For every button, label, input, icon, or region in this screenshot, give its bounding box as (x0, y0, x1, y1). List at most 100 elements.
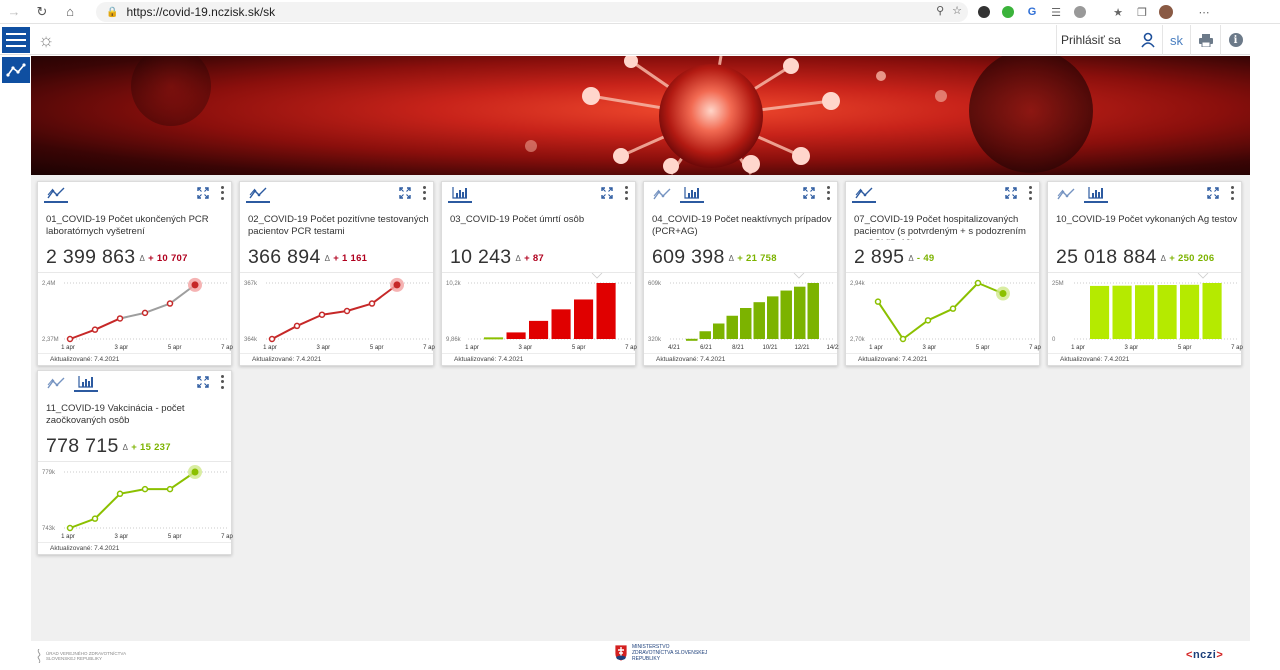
y-tick-label: 2,4M (42, 281, 55, 287)
expand-icon[interactable] (1207, 186, 1221, 200)
extension-icon[interactable] (975, 3, 993, 21)
language-switch[interactable]: sk (1162, 25, 1190, 55)
dashboard-card[interactable]: 04_COVID-19 Počet neaktívnych prípadov (… (643, 181, 842, 366)
translate-icon[interactable]: G (1023, 3, 1041, 21)
check-icon[interactable] (1071, 3, 1089, 21)
card-chart[interactable]: 2,4M 2,37M1 apr 3 apr 5 apr 7 apr (38, 272, 235, 354)
card-menu-icon[interactable] (419, 185, 429, 201)
card-value: 25 018 884 Δ + 250 206 (1056, 246, 1214, 269)
bar-chart-icon[interactable] (1084, 185, 1108, 203)
card-menu-icon[interactable] (823, 185, 833, 201)
nczi-logo[interactable]: <nczi> (1186, 649, 1223, 661)
series-line (296, 313, 323, 327)
extension-green-icon[interactable] (999, 3, 1017, 21)
y-tick-label: 779k (42, 470, 56, 476)
x-tick-label: 3 apr (316, 345, 330, 351)
card-title: 02_COVID-19 Počet pozitívne testovaných … (248, 214, 429, 237)
collections-icon[interactable]: ❐ (1133, 3, 1151, 21)
card-toolbar (38, 371, 231, 395)
series-line (321, 310, 348, 316)
card-chart[interactable]: 367k 364k 1 apr 3 apr 5 apr 7 apr (240, 272, 437, 354)
delta-icon: Δ (139, 254, 146, 263)
card-value: 778 715 Δ + 15 237 (46, 435, 171, 458)
card-delta: Δ + 1 161 (325, 253, 368, 264)
user-icon[interactable] (1140, 32, 1156, 48)
dashboard-card[interactable]: 11_COVID-19 Vakcinácia - počet zaočkovan… (37, 370, 235, 555)
bar (551, 309, 571, 339)
card-menu-icon[interactable] (621, 185, 631, 201)
card-menu-icon[interactable] (1025, 185, 1035, 201)
data-point (166, 300, 174, 307)
dashboard-card[interactable]: 07_COVID-19 Počet hospitalizovaných paci… (845, 181, 1043, 366)
back-icon[interactable]: → (0, 0, 28, 24)
expand-icon[interactable] (197, 375, 211, 389)
card-menu-icon[interactable] (1227, 185, 1237, 201)
card-delta: Δ + 87 (515, 253, 544, 264)
uvz-logo[interactable]: Úrad verejného zdravotníctva Slovenskej … (36, 649, 136, 663)
info-icon[interactable]: i (1220, 25, 1250, 55)
home-icon[interactable]: ⌂ (56, 0, 84, 24)
bar (807, 283, 819, 339)
bar-chart-icon[interactable] (680, 185, 704, 203)
ministry-logo[interactable]: Ministerstvo zdravotníctva Slovenskej re… (614, 644, 712, 662)
theme-toggle-icon[interactable]: ☼ (36, 30, 56, 50)
x-tick-label: 1 apr (465, 345, 479, 351)
reload-icon[interactable]: ↻ (28, 0, 56, 24)
line-chart-icon[interactable] (852, 185, 876, 203)
card-updated-label: Aktualizované: 7.4.2021 (38, 542, 231, 554)
card-chart[interactable]: 10,2k 9,86k1 apr 3 apr 5 apr 7 apr (442, 272, 639, 354)
card-value-number: 778 715 (46, 435, 119, 457)
print-icon[interactable] (1190, 25, 1220, 55)
dashboard-card[interactable]: 02_COVID-19 Počet pozitívne testovaných … (239, 181, 437, 366)
favorites-icon[interactable]: ★ (1109, 3, 1127, 21)
data-point (974, 279, 982, 287)
expand-icon[interactable] (601, 186, 615, 200)
line-chart-icon[interactable] (246, 185, 270, 203)
card-chart[interactable]: 779k 743k 1 apr 3 apr 5 apr 7 apr (38, 461, 235, 543)
expand-icon[interactable] (399, 186, 413, 200)
dashboard-card[interactable]: 01_COVID-19 Počet ukončených PCR laborat… (37, 181, 235, 366)
card-chart[interactable]: 609k 320k 4/21 6/21 8/21 10/21 12/21 14/21 (644, 272, 842, 354)
card-chart[interactable]: 2,94k 2,70k1 apr 3 apr 5 apr 7 apr (846, 272, 1043, 354)
dashboard-card[interactable]: 03_COVID-19 Počet úmrtí osôb 10 243 Δ + 87… (441, 181, 639, 366)
line-chart-icon[interactable] (1054, 185, 1078, 203)
favorite-star-icon[interactable]: ☆ (952, 4, 962, 17)
card-delta: Δ - 49 (908, 253, 934, 264)
series-line (346, 302, 373, 312)
expand-icon[interactable] (803, 186, 817, 200)
delta-icon: Δ (908, 254, 914, 263)
chart-svg: 2,94k 2,70k1 apr 3 apr 5 apr 7 apr (850, 279, 1043, 351)
delta-icon: Δ (515, 254, 522, 263)
card-delta-value: + 87 (524, 253, 545, 264)
bar (686, 338, 698, 341)
card-title: 01_COVID-19 Počet ukončených PCR laborat… (46, 214, 209, 237)
profile-avatar[interactable] (1157, 3, 1175, 21)
zoom-icon[interactable]: ⚲ (936, 4, 944, 17)
line-chart-icon[interactable] (44, 185, 68, 203)
y-tick-label: 609k (648, 281, 662, 287)
data-point (116, 490, 124, 498)
reader-icon[interactable]: ☰ (1047, 3, 1065, 21)
line-chart-icon[interactable] (650, 185, 674, 203)
hamburger-menu-icon[interactable] (2, 27, 30, 53)
card-value: 2 399 863 Δ + 10 707 (46, 246, 188, 269)
sidebar-charts-icon[interactable] (2, 57, 30, 83)
expand-icon[interactable] (1005, 186, 1019, 200)
card-chart[interactable]: 25M 0 1 apr 3 apr 5 apr 7 apr (1048, 272, 1245, 354)
bar-chart-icon[interactable] (448, 185, 472, 203)
dashboard-card[interactable]: 10_COVID-19 Počet vykonaných Ag testov 25… (1047, 181, 1245, 366)
x-tick-label: 10/21 (762, 345, 778, 351)
bar (726, 315, 738, 339)
series-line (119, 311, 146, 320)
data-point (116, 315, 124, 322)
card-delta: Δ + 15 237 (123, 442, 171, 453)
address-bar[interactable]: 🔒 https://covid-19.nczisk.sk/sk ⚲ ☆ (96, 2, 968, 22)
card-menu-icon[interactable] (217, 374, 227, 390)
data-point (268, 335, 276, 343)
expand-icon[interactable] (197, 186, 211, 200)
bar (1135, 285, 1155, 339)
card-menu-icon[interactable] (217, 185, 227, 201)
line-chart-icon[interactable] (44, 374, 68, 392)
more-menu-icon[interactable]: ⋯ (1195, 3, 1213, 21)
bar-chart-icon[interactable] (74, 374, 98, 392)
